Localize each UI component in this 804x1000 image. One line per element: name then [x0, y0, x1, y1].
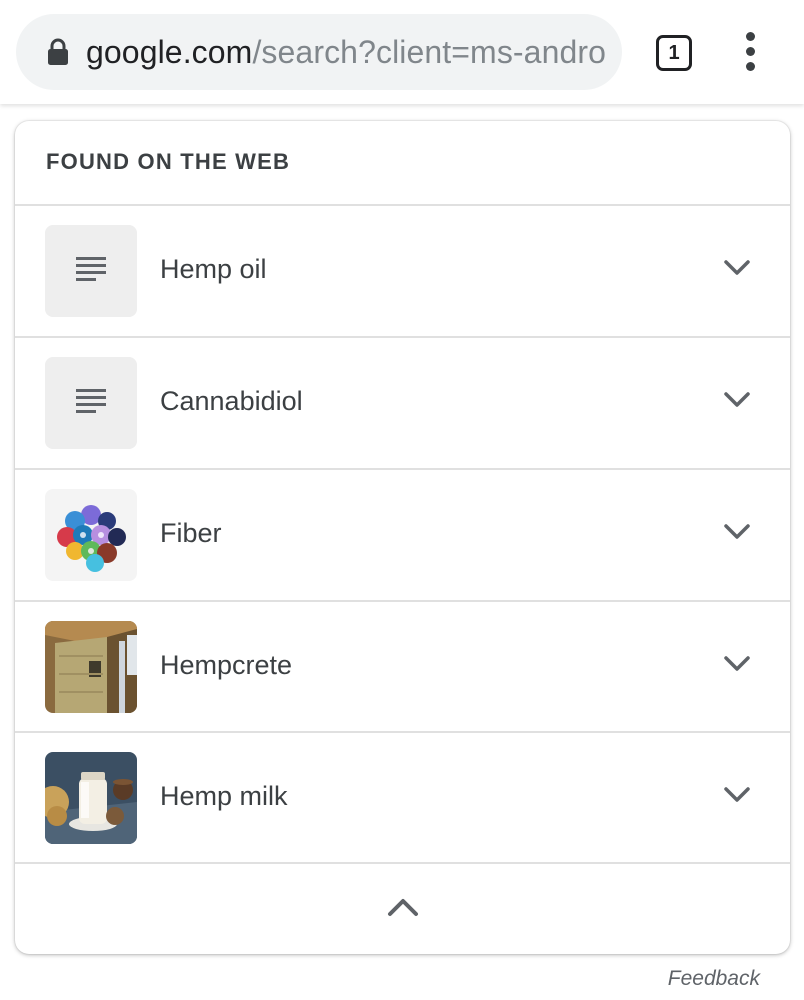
url-path: /search?client=ms-androic [252, 33, 606, 70]
yarn-balls-image [45, 489, 137, 581]
document-icon [45, 357, 137, 449]
address-bar[interactable]: google.com/search?client=ms-androic [16, 14, 622, 90]
tab-count: 1 [668, 41, 680, 64]
chevron-down-icon[interactable] [723, 259, 751, 277]
document-icon [45, 225, 137, 317]
hempcrete-wall-image [45, 621, 137, 713]
chevron-down-icon[interactable] [723, 391, 751, 409]
browser-toolbar: google.com/search?client=ms-androic 1 [0, 0, 804, 104]
url-host: google.com [86, 33, 253, 70]
list-item-label: Fiber [160, 518, 222, 548]
more-vert-icon[interactable] [738, 32, 764, 72]
list-item-hemp-milk[interactable]: Hemp milk [15, 731, 790, 862]
chevron-down-icon[interactable] [723, 523, 751, 541]
list-item-label: Hempcrete [160, 650, 293, 680]
chevron-down-icon[interactable] [723, 786, 751, 804]
card-heading: FOUND ON THE WEB [46, 149, 291, 174]
url-text[interactable]: google.com/search?client=ms-androic [86, 34, 606, 71]
list-item-label: Hemp oil [160, 254, 267, 284]
list-item-label: Hemp milk [160, 781, 288, 811]
tab-switcher-button[interactable]: 1 [656, 35, 692, 71]
found-on-web-card: FOUND ON THE WEB Hemp oil Cannabidiol Fi… [15, 121, 790, 954]
lock-icon [48, 38, 68, 65]
list-item-fiber[interactable]: Fiber [15, 468, 790, 599]
milk-jar-image [45, 752, 137, 844]
list-item-cannabidiol[interactable]: Cannabidiol [15, 336, 790, 467]
list-item-label: Cannabidiol [160, 386, 303, 416]
chevron-down-icon[interactable] [723, 655, 751, 673]
list-item-hempcrete[interactable]: Hempcrete [15, 600, 790, 731]
chevron-up-icon [388, 899, 418, 916]
collapse-button[interactable] [15, 862, 790, 954]
list-item-hemp-oil[interactable]: Hemp oil [15, 204, 790, 335]
feedback-link[interactable]: Feedback [668, 967, 760, 991]
